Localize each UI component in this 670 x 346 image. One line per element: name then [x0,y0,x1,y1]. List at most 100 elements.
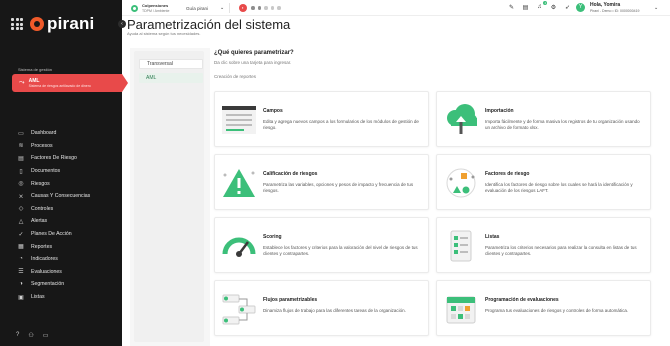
alert-circle-icon: ◎ [18,181,24,188]
panel-question: ¿Qué quieres parametrizar? [214,50,294,56]
logo-text: pirani [47,14,95,33]
company-selector[interactable]: Colpensiones TDPM / Ambiente [131,3,170,13]
calendar-icon [446,296,476,324]
sidebar-item-label: Factores De Riesgo [31,155,77,162]
card-description: Programa tus evaluaciones de riesgos y c… [485,308,629,313]
system-label: Sistema de gestión [18,67,53,72]
bell-icon[interactable]: ♫ 1 [536,1,547,11]
card-description: Parametriza los criterios necesarios par… [485,245,637,257]
brand: pirani [11,14,95,34]
card-title: Programación de evaluaciones [485,297,559,303]
sidebar-item-causas[interactable]: ⨯ Causas Y Consecuencias [17,190,90,203]
card-campos[interactable]: Campos Edita y agrega nuevos campos a lo… [214,91,429,147]
sidebar-item-label: Segmentación [31,281,65,288]
warning-icon: △ [18,218,24,225]
monitor-icon: ▭ [18,130,24,137]
sidebar-item-label: Planes De Acción [31,231,72,238]
sidebar-nav: ▭ Dashboard ≋ Procesos ▤ Factores De Riesgo… [17,127,90,303]
card-flujos-parametrizables[interactable]: Flujos parametrizables Dinamiza flujos d… [214,280,429,336]
card-listas[interactable]: Listas Parametriza los criterios necesar… [436,217,651,273]
megaphone-icon[interactable]: ✎ [508,4,515,11]
sidebar-item-factores[interactable]: ▤ Factores De Riesgo [17,152,90,165]
arrows-icon: ⨯ [18,193,24,200]
sidebar-item-documentos[interactable]: ▯ Documentos [17,165,90,178]
card-icon[interactable]: ▭ [43,332,49,339]
folder-icon: ▤ [18,155,24,162]
card-title: Flujos parametrizables [263,297,318,303]
form-fields-icon [222,106,256,134]
active-system-card[interactable]: ⤳ AML Sistema de riesgos antilavado de d… [12,74,128,92]
system-tabs: Transversal AML [134,51,204,342]
card-programacion-evaluaciones[interactable]: Programación de evaluaciones Programa tu… [436,280,651,336]
sidebar-item-alertas[interactable]: △ Alertas [17,215,90,228]
sidebar-item-indicadores[interactable]: ◔ Indicadores [17,253,90,266]
company-subtitle: TDPM / Ambiente [142,8,170,13]
sidebar-item-planes[interactable]: ✓ Planes De Acción [17,228,90,241]
page-subtitle: Ayuda al sistema según tus necesidades. [127,31,201,36]
progress-dot [264,6,268,10]
apps-grid-icon[interactable] [11,18,23,30]
card-description: Parametriza las variables, opciones y pe… [263,182,414,194]
progress-dot [257,6,261,10]
sidebar-item-label: Indicadores [31,256,58,263]
org-icon[interactable]: ⚇ [28,332,33,339]
sidebar-item-label: Listas [31,294,45,301]
card-title: Campos [263,108,283,114]
guide-dropdown[interactable]: Guía pirani ⌄ [186,4,224,12]
sidebar-item-listas[interactable]: ▣ Listas [17,291,90,304]
notification-badge: 1 [543,1,547,5]
layers-icon: ≋ [18,143,24,150]
checklist-icon [450,230,472,262]
sidebar-item-label: Documentos [31,168,61,175]
guide-label: Guía pirani [186,5,209,11]
top-actions: ✎ ▤ ♫ 1 ⚙ ➶ [508,1,571,11]
avatar: Y [576,3,585,13]
sidebar-item-riesgos[interactable]: ◎ Riesgos [17,177,90,190]
tab-transversal[interactable]: Transversal [139,59,203,69]
section-label: Creación de reportes [214,74,257,79]
pirani-logo-icon [30,17,44,31]
sidebar: pirani Sistema de gestión ⤳ AML Sistema … [0,0,128,346]
user-menu[interactable]: Y Hola, Yomira Pirani - Demo • ID: 00000… [576,2,639,13]
sidebar-item-evaluaciones[interactable]: ☰ Evaluaciones [17,266,90,279]
list-icon: ☰ [18,269,24,276]
company-name: Colpensiones [142,3,169,8]
help-icon[interactable]: ? [16,332,19,339]
card-importacion[interactable]: Importación Importa fácilmente y de form… [436,91,651,147]
clipboard-icon[interactable]: ▤ [522,4,529,11]
collapse-sidebar-button[interactable]: ‹ [118,20,126,28]
card-description: Edita y agrega nuevos campos a los formu… [263,119,419,131]
gear-icon[interactable]: ⚙ [550,4,557,11]
sidebar-item-controles[interactable]: ◇ Controles [17,203,90,216]
sidebar-item-segmentacion[interactable]: ◑ Segmentación [17,278,90,291]
panel-instruction: Da clic sobre una tarjeta para ingresar. [214,60,292,65]
segment-icon: ◑ [19,281,23,288]
main-area: Transversal AML ¿Qué quieres parametriza… [130,48,661,346]
card-description: Identifica los factores de riesgo sobre … [485,182,633,194]
active-system-subtitle: Sistema de riesgos antilavado de dinero [28,83,91,88]
sidebar-item-procesos[interactable]: ≋ Procesos [17,140,90,153]
sidebar-item-label: Alertas [31,218,48,225]
gauge-icon: ◔ [19,256,23,263]
card-description: Establece los factores y criterios para … [263,245,418,257]
sidebar-item-dashboard[interactable]: ▭ Dashboard [17,127,90,140]
card-calificacion-riesgos[interactable]: Calificación de riesgos Parametriza las … [214,154,429,210]
rocket-icon[interactable]: ➶ [564,4,571,11]
sidebar-item-label: Causas Y Consecuencias [31,193,91,200]
page-title: Parametrización del sistema [127,17,291,32]
sidebar-item-label: Procesos [31,142,53,149]
gauge-meter-icon [222,237,256,257]
document-icon: ▯ [19,168,23,175]
guide-progress-icon[interactable]: ◐ [239,4,247,12]
tab-aml[interactable]: AML [139,73,203,83]
sidebar-footer: ? ⚇ ▭ [16,332,48,339]
chevron-down-icon[interactable]: ⌄ [654,5,658,11]
sidebar-item-reportes[interactable]: ▦ Reportes [17,240,90,253]
card-title: Calificación de riesgos [263,171,318,177]
card-factores-riesgo[interactable]: Factores de riesgo Identifica los factor… [436,154,651,210]
card-scoring[interactable]: Scoring Establece los factores y criteri… [214,217,429,273]
sidebar-item-label: Dashboard [31,130,57,137]
company-logo-icon [131,4,138,12]
progress-dot [270,6,274,10]
sidebar-item-label: Reportes [31,243,53,250]
